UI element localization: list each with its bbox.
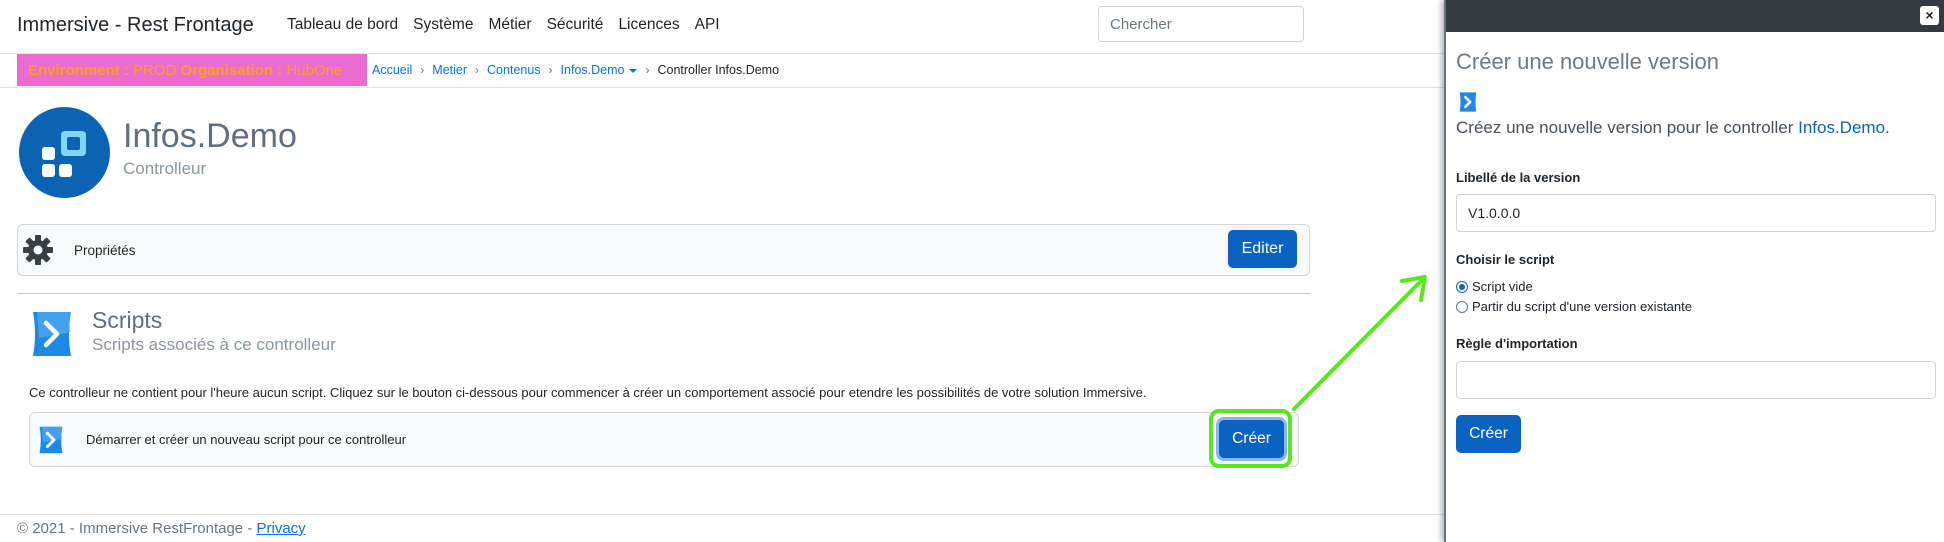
scripts-section-subtitle: Scripts associés à ce controlleur — [92, 335, 336, 354]
radio-script-empty[interactable]: Script vide — [1456, 279, 1533, 294]
breadcrumb-infos-demo: Infos.Demo — [560, 63, 625, 77]
privacy-link[interactable]: Privacy — [256, 520, 305, 537]
import-rule-input[interactable] — [1456, 361, 1936, 399]
nav-item-dashboard[interactable]: Tableau de bord — [287, 16, 398, 34]
scripts-empty-text: Ce controlleur ne contient pour l'heure … — [29, 385, 1147, 400]
org-label: Organisation : — [180, 61, 283, 79]
edit-button[interactable]: Editer — [1228, 230, 1297, 268]
main-nav: Tableau de bord Système Métier Sécurité … — [287, 16, 720, 34]
new-version-panel: × Créer une nouvelle version Créez une n… — [1444, 0, 1944, 542]
scripts-section-title: Scripts — [92, 307, 163, 333]
breadcrumb-row: Environment : PROD Organisation : HubOne… — [0, 54, 1444, 88]
nav-item-api[interactable]: API — [695, 16, 720, 34]
radio-script-existing-label: Partir du script d'une version existante — [1472, 299, 1692, 314]
radio-script-empty-label: Script vide — [1472, 279, 1533, 294]
breadcrumb-separator-icon: › — [548, 63, 553, 77]
breadcrumb-metier[interactable]: Metier — [432, 63, 467, 77]
section-divider — [17, 293, 1311, 294]
environment-badge: Environment : PROD Organisation : HubOne — [17, 54, 367, 86]
breadcrumb-current: Controller Infos.Demo — [657, 63, 780, 77]
caret-down-icon — [629, 68, 638, 73]
breadcrumb-separator-icon: › — [475, 63, 480, 77]
version-input[interactable] — [1456, 194, 1936, 232]
breadcrumb-separator-icon: › — [420, 63, 425, 77]
panel-lead-prefix: Créez une nouvelle version pour le contr… — [1456, 118, 1794, 137]
nav-item-security[interactable]: Sécurité — [547, 16, 604, 34]
nav-item-system[interactable]: Système — [413, 16, 473, 34]
breadcrumb-contenus[interactable]: Contenus — [487, 63, 541, 77]
panel-lead-suffix: . — [1885, 118, 1890, 137]
script-icon — [1457, 90, 1479, 119]
breadcrumb-infos-demo-dropdown[interactable]: Infos.Demo — [561, 63, 638, 77]
app-brand[interactable]: Immersive - Rest Frontage — [17, 14, 254, 37]
radio-script-existing[interactable]: Partir du script d'une version existante — [1456, 299, 1692, 314]
radio-unchecked-icon — [1456, 300, 1468, 313]
script-choice-label: Choisir le script — [1456, 252, 1555, 267]
script-icon — [36, 424, 66, 461]
page-subtitle: Controlleur — [123, 159, 207, 178]
panel-lead-controller: Infos.Demo — [1798, 118, 1886, 137]
footer-copyright: © 2021 - Immersive RestFrontage - — [17, 520, 253, 537]
breadcrumb-separator-icon: › — [645, 63, 650, 77]
breadcrumb: Accueil › Metier › Contenus › Infos.Demo… — [372, 54, 779, 86]
env-label: Environment : — [28, 61, 129, 79]
version-label: Libellé de la version — [1456, 170, 1581, 185]
panel-create-button[interactable]: Créer — [1456, 415, 1521, 453]
properties-label: Propriétés — [74, 243, 136, 258]
search-input[interactable] — [1098, 6, 1304, 42]
breadcrumb-home[interactable]: Accueil — [372, 63, 412, 77]
footer-divider — [0, 514, 1444, 515]
script-icon — [27, 308, 77, 365]
panel-lead-text: Créez une nouvelle version pour le contr… — [1456, 118, 1890, 138]
create-script-label: Démarrer et créer un nouveau script pour… — [86, 432, 407, 447]
create-script-button[interactable]: Créer — [1219, 420, 1284, 458]
panel-topbar: × — [1446, 0, 1944, 32]
panel-title: Créer une nouvelle version — [1456, 49, 1719, 74]
close-icon[interactable]: × — [1920, 6, 1939, 25]
properties-card — [17, 224, 1310, 276]
radio-checked-icon — [1456, 280, 1468, 293]
controller-logo-icon — [19, 107, 110, 198]
import-rule-label: Règle d'importation — [1456, 336, 1578, 351]
gear-icon — [22, 234, 54, 271]
env-value: PROD — [133, 61, 177, 79]
nav-item-business[interactable]: Métier — [488, 16, 531, 34]
footer: © 2021 - Immersive RestFrontage - Privac… — [17, 520, 306, 537]
nav-item-licenses[interactable]: Licences — [618, 16, 679, 34]
page-title: Infos.Demo — [123, 117, 297, 155]
org-value: HubOne — [286, 61, 343, 79]
